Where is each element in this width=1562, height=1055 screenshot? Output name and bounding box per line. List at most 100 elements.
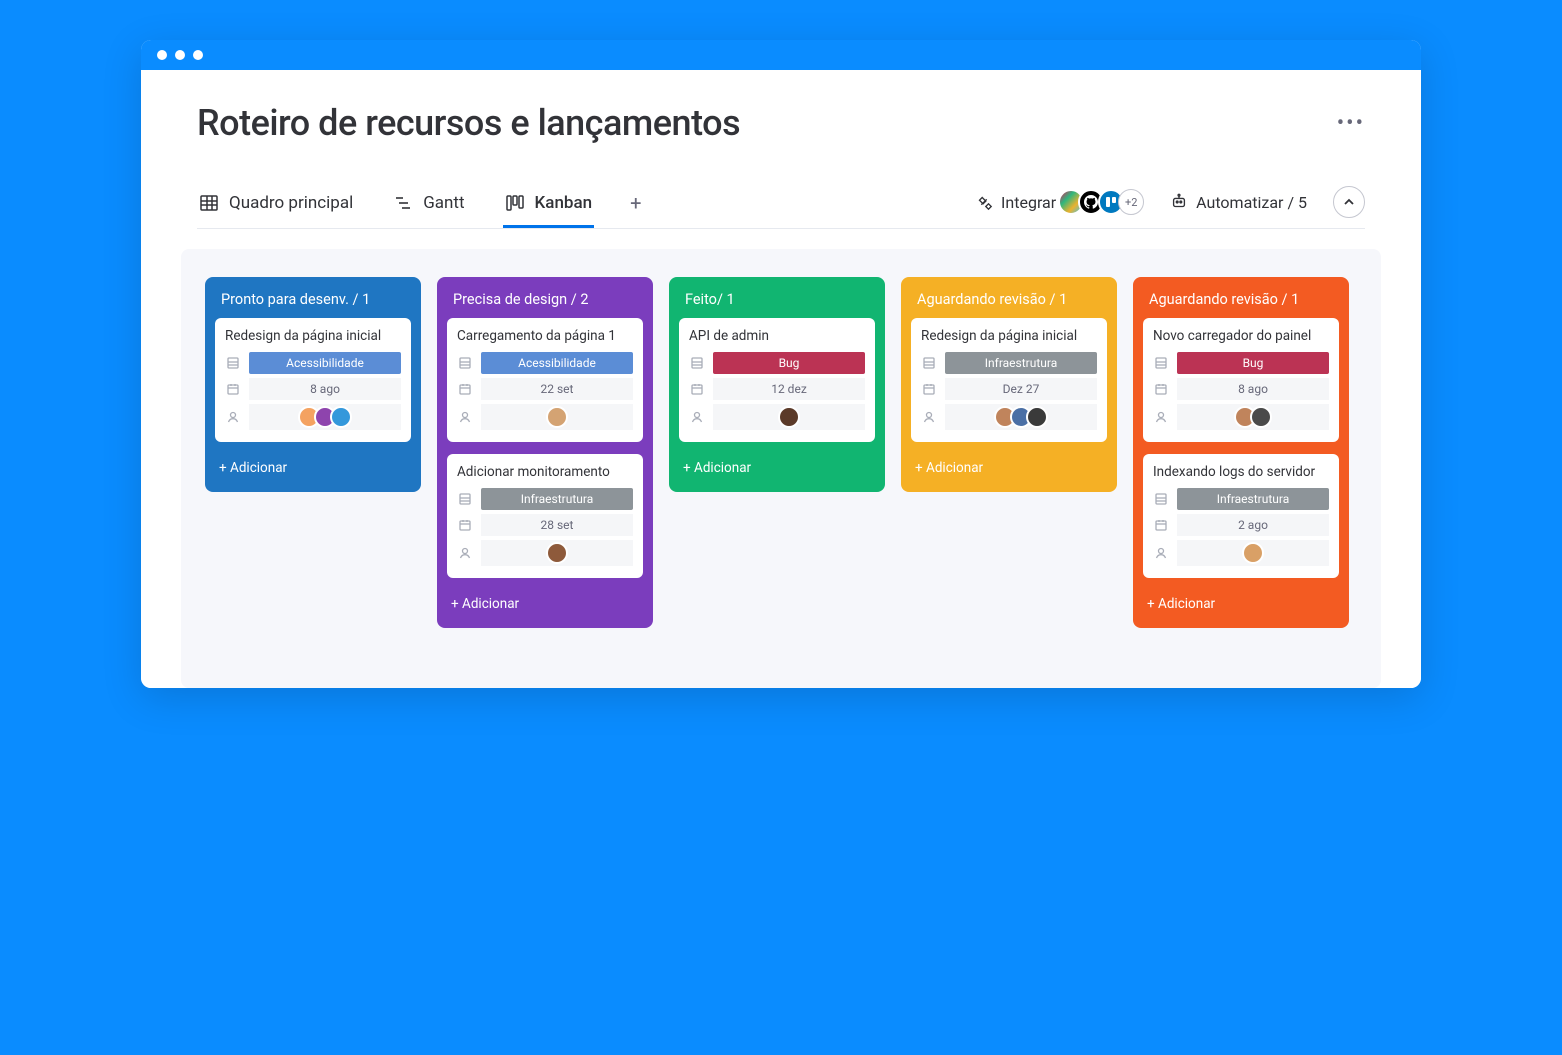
list-icon	[457, 355, 473, 371]
kanban-column: Feito/ 1 API de admin Bug 12 dez + Adicionar	[669, 277, 885, 492]
card-tag[interactable]: Bug	[713, 352, 865, 374]
card-date[interactable]: 2 ago	[1177, 514, 1329, 536]
card-date-row: 22 set	[457, 378, 633, 400]
kanban-card[interactable]: Carregamento da página 1Acessibilidade22…	[447, 318, 643, 442]
kanban-icon	[505, 193, 525, 213]
tab-main-board[interactable]: Quadro principal	[197, 187, 355, 228]
add-card-button[interactable]: + Adicionar	[447, 590, 643, 614]
avatar	[330, 406, 352, 428]
tab-gantt[interactable]: Gantt	[391, 187, 466, 228]
card-tag[interactable]: Acessibilidade	[481, 352, 633, 374]
gantt-icon	[393, 193, 413, 213]
card-tag-row: Acessibilidade	[225, 352, 401, 374]
automate-button[interactable]: Automatizar / 5	[1170, 193, 1307, 212]
avatar	[1250, 406, 1272, 428]
card-tag[interactable]: Acessibilidade	[249, 352, 401, 374]
view-toolbar: Quadro principal Gantt Kanban +	[197, 186, 1365, 229]
tab-label: Quadro principal	[229, 193, 353, 213]
add-card-button[interactable]: + Adicionar	[679, 454, 875, 478]
kanban-card[interactable]: Indexando logs do servidorInfraestrutura…	[1143, 454, 1339, 578]
person-icon	[1153, 545, 1169, 561]
list-icon	[1153, 491, 1169, 507]
card-tag-row: Infraestrutura	[921, 352, 1097, 374]
card-avatars[interactable]	[1177, 540, 1329, 566]
card-title: API de admin	[689, 328, 865, 344]
card-tag[interactable]: Infraestrutura	[945, 352, 1097, 374]
card-date[interactable]: 8 ago	[1177, 378, 1329, 400]
card-title: Novo carregador do painel	[1153, 328, 1329, 344]
integrate-button[interactable]: Integrar +2	[975, 189, 1144, 215]
card-date[interactable]: 28 set	[481, 514, 633, 536]
kanban-card[interactable]: API de admin Bug 12 dez	[679, 318, 875, 442]
card-avatars[interactable]	[249, 404, 401, 430]
page: Roteiro de recursos e lançamentos ••• Qu…	[141, 70, 1421, 688]
more-menu-button[interactable]: •••	[1337, 111, 1365, 136]
card-date[interactable]: 22 set	[481, 378, 633, 400]
tab-kanban[interactable]: Kanban	[503, 187, 595, 228]
tab-label: Gantt	[423, 193, 464, 213]
page-title: Roteiro de recursos e lançamentos	[197, 102, 740, 144]
avatar	[778, 406, 800, 428]
calendar-icon	[457, 517, 473, 533]
avatar	[546, 406, 568, 428]
avatar	[1242, 542, 1264, 564]
kanban-card[interactable]: Novo carregador do painel Bug 8 ago	[1143, 318, 1339, 442]
card-date[interactable]: 12 dez	[713, 378, 865, 400]
person-icon	[1153, 409, 1169, 425]
add-card-button[interactable]: + Adicionar	[1143, 590, 1339, 614]
card-date-row: 8 ago	[1153, 378, 1329, 400]
browser-title-bar	[141, 40, 1421, 70]
card-tag-row: Infraestrutura	[1153, 488, 1329, 510]
calendar-icon	[689, 381, 705, 397]
column-header[interactable]: Aguardando revisão / 1	[911, 287, 1107, 318]
kanban-card[interactable]: Redesign da página inicial Infraestrutura…	[911, 318, 1107, 442]
list-icon	[921, 355, 937, 371]
card-date-row: 12 dez	[689, 378, 865, 400]
card-assignee-row	[1153, 540, 1329, 566]
integrations-more-badge[interactable]: +2	[1118, 189, 1144, 215]
card-tag-row: Acessibilidade	[457, 352, 633, 374]
browser-frame: Roteiro de recursos e lançamentos ••• Qu…	[141, 40, 1421, 688]
toolbar-right: Integrar +2	[975, 186, 1365, 228]
card-date[interactable]: 8 ago	[249, 378, 401, 400]
add-view-button[interactable]: +	[630, 191, 641, 223]
card-tag-row: Infraestrutura	[457, 488, 633, 510]
card-assignee-row	[225, 404, 401, 430]
list-icon	[457, 491, 473, 507]
avatar	[1026, 406, 1048, 428]
person-icon	[689, 409, 705, 425]
column-header[interactable]: Precisa de design / 2	[447, 287, 643, 318]
card-avatars[interactable]	[481, 404, 633, 430]
plug-icon	[975, 193, 993, 211]
collapse-header-button[interactable]	[1333, 186, 1365, 218]
list-icon	[225, 355, 241, 371]
card-title: Redesign da página inicial	[921, 328, 1097, 344]
person-icon	[225, 409, 241, 425]
column-header[interactable]: Pronto para desenv. / 1	[215, 287, 411, 318]
person-icon	[921, 409, 937, 425]
add-card-button[interactable]: + Adicionar	[911, 454, 1107, 478]
card-tag[interactable]: Infraestrutura	[481, 488, 633, 510]
card-avatars[interactable]	[1177, 404, 1329, 430]
kanban-card[interactable]: Adicionar monitoramento Infraestrutura 28 …	[447, 454, 643, 578]
list-icon	[689, 355, 705, 371]
card-avatars[interactable]	[945, 404, 1097, 430]
calendar-icon	[1153, 381, 1169, 397]
card-title: Adicionar monitoramento	[457, 464, 633, 480]
card-avatars[interactable]	[713, 404, 865, 430]
column-header[interactable]: Feito/ 1	[679, 287, 875, 318]
list-icon	[1153, 355, 1169, 371]
add-card-button[interactable]: + Adicionar	[215, 454, 411, 478]
card-date[interactable]: Dez 27	[945, 378, 1097, 400]
kanban-card[interactable]: Redesign da página inicialAcessibilidade…	[215, 318, 411, 442]
person-icon	[457, 545, 473, 561]
card-avatars[interactable]	[481, 540, 633, 566]
card-tag[interactable]: Bug	[1177, 352, 1329, 374]
page-header: Roteiro de recursos e lançamentos •••	[197, 102, 1365, 144]
card-tag[interactable]: Infraestrutura	[1177, 488, 1329, 510]
calendar-icon	[457, 381, 473, 397]
column-header[interactable]: Aguardando revisão / 1	[1143, 287, 1339, 318]
card-assignee-row	[921, 404, 1097, 430]
person-icon	[457, 409, 473, 425]
kanban-column: Pronto para desenv. / 1Redesign da págin…	[205, 277, 421, 492]
